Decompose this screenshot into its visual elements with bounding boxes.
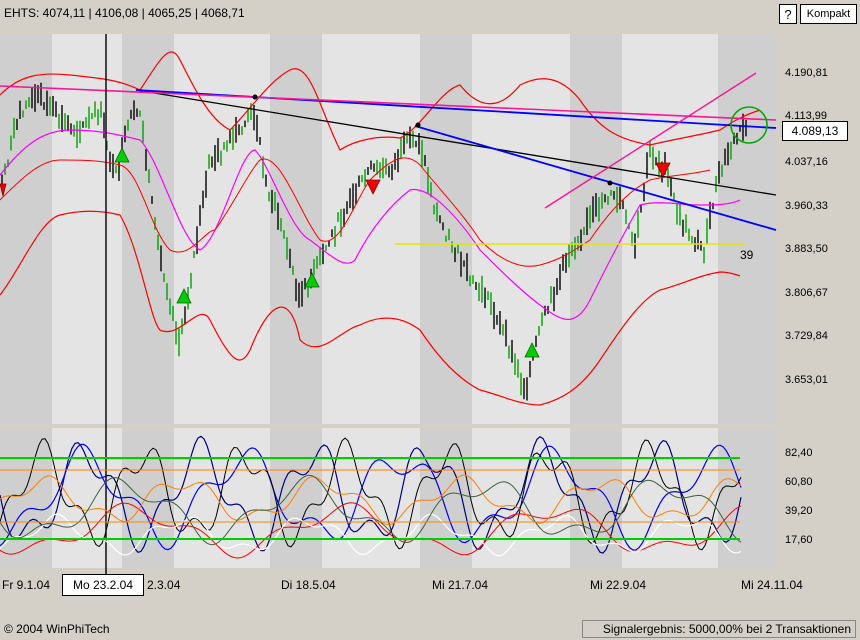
cursor-date-box: Mo 23.2.04 [62, 574, 144, 596]
signal-result-panel: Signalergebnis: 5000,00% bei 2 Transakti… [582, 620, 856, 638]
date-axis-label: Mi 22.9.04 [590, 578, 647, 592]
price-axis-label: 3.729,84 [785, 330, 828, 342]
kompakt-button[interactable]: Kompakt [800, 4, 857, 24]
date-axis-label: 2.3.04 [147, 578, 181, 592]
pivot-point [252, 94, 258, 100]
quote-ohlc-text: EHTS: 4074,11 | 4106,08 | 4065,25 | 4068… [4, 6, 245, 20]
chart-canvas[interactable] [0, 0, 860, 640]
date-axis-label: Fr 9.1.04 [2, 578, 51, 592]
date-axis-label: Di 18.5.04 [281, 578, 336, 592]
help-button[interactable]: ? [779, 4, 797, 24]
oscillator-axis-label: 39,20 [785, 505, 813, 517]
price-axis-label: 3.806,67 [785, 287, 828, 299]
date-axis-label: Mi 24.11.04 [741, 578, 803, 592]
price-axis-label: 4.037,16 [785, 156, 828, 168]
price-axis-label: 3.960,33 [785, 200, 828, 212]
oscillator-axis-label: 17,60 [785, 534, 813, 546]
quote-header: EHTS: 4074,11 | 4106,08 | 4065,25 | 4068… [0, 0, 860, 34]
oscillator-axis-label: 82,40 [785, 447, 813, 459]
price-axis-label: 3.653,01 [785, 374, 828, 386]
date-axis-label: Mi 21.7.04 [432, 578, 489, 592]
copyright-text: © 2004 WinPhiTech [4, 622, 110, 636]
pivot-point [415, 122, 421, 128]
price-axis-label: 3.883,50 [785, 243, 828, 255]
oscillator-axis-label: 60,80 [785, 476, 813, 488]
current-price-box: 4.089,13 [782, 121, 848, 141]
pivot-point [607, 180, 613, 186]
price-axis-label: 4.190,81 [785, 67, 828, 79]
count-label: 39 [740, 248, 754, 262]
